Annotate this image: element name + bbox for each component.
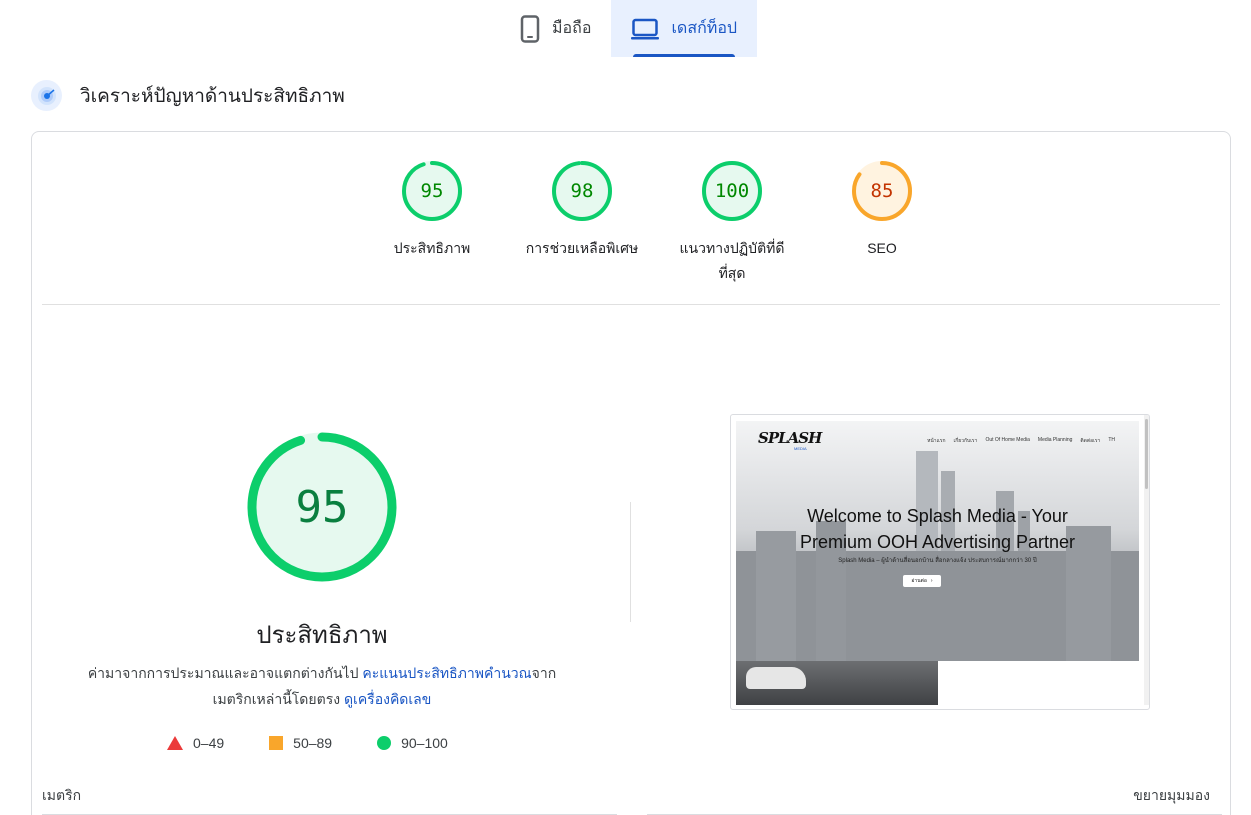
- tab-mobile[interactable]: มือถือ: [500, 0, 611, 57]
- nav-link: หน้าแรก: [927, 438, 946, 444]
- legend-label: 50–89: [293, 735, 333, 751]
- logo-sub: MEDIA: [794, 446, 807, 451]
- final-screenshot[interactable]: SPLASH MEDIA หน้าแรก เกี่ยวกับเรา Out Of…: [730, 414, 1150, 710]
- performance-radar-icon: [31, 80, 62, 111]
- screenshot-nav: SPLASH MEDIA หน้าแรก เกี่ยวกับเรา Out Of…: [736, 427, 1139, 451]
- tab-desktop-label: เดสก์ท็อป: [671, 20, 738, 37]
- headline-line: Welcome to Splash Media - Your: [807, 506, 1068, 526]
- gauge-value: 100: [714, 180, 750, 202]
- legend-label: 0–49: [193, 735, 225, 751]
- expand-view-toggle[interactable]: ขยายมุมมอง: [1133, 785, 1210, 807]
- score-calc-link[interactable]: คะแนนประสิทธิภาพคำนวณ: [362, 665, 531, 681]
- score-description: ค่ามาจากการประมาณและอาจแตกต่างกันไป คะแน…: [72, 660, 572, 712]
- phone-icon: [520, 14, 540, 43]
- nav-link: ติดต่อเรา: [1080, 438, 1101, 444]
- device-tabs: มือถือ เดสก์ท็อป: [500, 0, 758, 57]
- main-performance-gauge: 95: [245, 430, 399, 584]
- desc-prefix: ค่ามาจากการประมาณและอาจแตกต่างกันไป: [87, 665, 363, 681]
- gauge-ring: 95: [401, 160, 463, 222]
- gauge-value: 85: [870, 180, 894, 202]
- gauge-label: SEO: [867, 240, 897, 256]
- main-score-value: 95: [295, 481, 349, 533]
- nav-link: เกี่ยวกับเรา: [953, 438, 978, 444]
- gauge-ring: 85: [851, 160, 913, 222]
- gauge-label: ประสิทธิภาพ: [393, 240, 471, 256]
- gauge-performance[interactable]: 95 ประสิทธิภาพ: [357, 160, 507, 286]
- metrics-label: เมตริก: [42, 787, 82, 803]
- report-card: 95 ประสิทธิภาพ 98 การช่วยเหลือพิเศษ 100: [31, 131, 1231, 815]
- car-image: [736, 661, 938, 705]
- chevron-right-icon: ›: [930, 578, 933, 584]
- headline-line: Premium OOH Advertising Partner: [799, 532, 1076, 552]
- screenshot-headline: Welcome to Splash Media - Your Premium O…: [736, 503, 1139, 555]
- laptop-icon: [631, 18, 660, 40]
- nav-link: Media Planning: [1037, 437, 1073, 443]
- main-title: ประสิทธิภาพ: [256, 622, 388, 649]
- screenshot-button: อ่านต่อ ›: [903, 575, 941, 587]
- splash-logo: SPLASH: [758, 429, 822, 447]
- screenshot-scrollbar: [1144, 415, 1149, 705]
- button-label: อ่านต่อ: [911, 578, 927, 584]
- gauge-best-practices[interactable]: 100 แนวทางปฏิบัติที่ดีที่สุด: [657, 160, 807, 286]
- legend-pass: 90–100: [377, 735, 448, 751]
- triangle-icon: [167, 736, 183, 750]
- nav-link: Out Of Home Media: [985, 437, 1030, 443]
- screenshot-nav-links: หน้าแรก เกี่ยวกับเรา Out Of Home Media M…: [927, 437, 1115, 445]
- gauge-ring: 100: [701, 160, 763, 222]
- square-icon: [269, 736, 284, 750]
- legend-label: 90–100: [401, 735, 448, 751]
- screenshot-subline: Splash Media – ผู้นำด้านสื่อนอกบ้าน สื่อ…: [838, 558, 1037, 564]
- gauge-accessibility[interactable]: 98 การช่วยเหลือพิเศษ: [507, 160, 657, 286]
- nav-link: TH: [1108, 437, 1115, 443]
- tab-mobile-label: มือถือ: [552, 20, 592, 37]
- gauge-label: การช่วยเหลือพิเศษ: [525, 240, 639, 256]
- tab-desktop[interactable]: เดสก์ท็อป: [611, 0, 758, 57]
- legend-average: 50–89: [269, 735, 332, 751]
- screenshot-page: SPLASH MEDIA หน้าแรก เกี่ยวกับเรา Out Of…: [736, 421, 1139, 705]
- gauge-seo[interactable]: 85 SEO: [807, 160, 957, 286]
- gauge-ring: 98: [551, 160, 613, 222]
- vertical-divider: [630, 502, 631, 622]
- score-gauges: 95 ประสิทธิภาพ 98 การช่วยเหลือพิเศษ 100: [357, 160, 957, 286]
- section-header: วิเคราะห์ปัญหาด้านประสิทธิภาพ: [31, 80, 345, 111]
- score-legend: 0–49 50–89 90–100: [167, 735, 448, 751]
- legend-fail: 0–49: [167, 735, 224, 751]
- divider: [42, 304, 1220, 305]
- gauge-value: 95: [420, 180, 444, 202]
- circle-icon: [377, 736, 392, 750]
- section-title: วิเคราะห์ปัญหาด้านประสิทธิภาพ: [80, 85, 345, 107]
- gauge-label: แนวทางปฏิบัติที่ดีที่สุด: [679, 240, 785, 281]
- calculator-link[interactable]: ดูเครื่องคิดเลข: [344, 691, 431, 707]
- gauge-value: 98: [570, 180, 594, 202]
